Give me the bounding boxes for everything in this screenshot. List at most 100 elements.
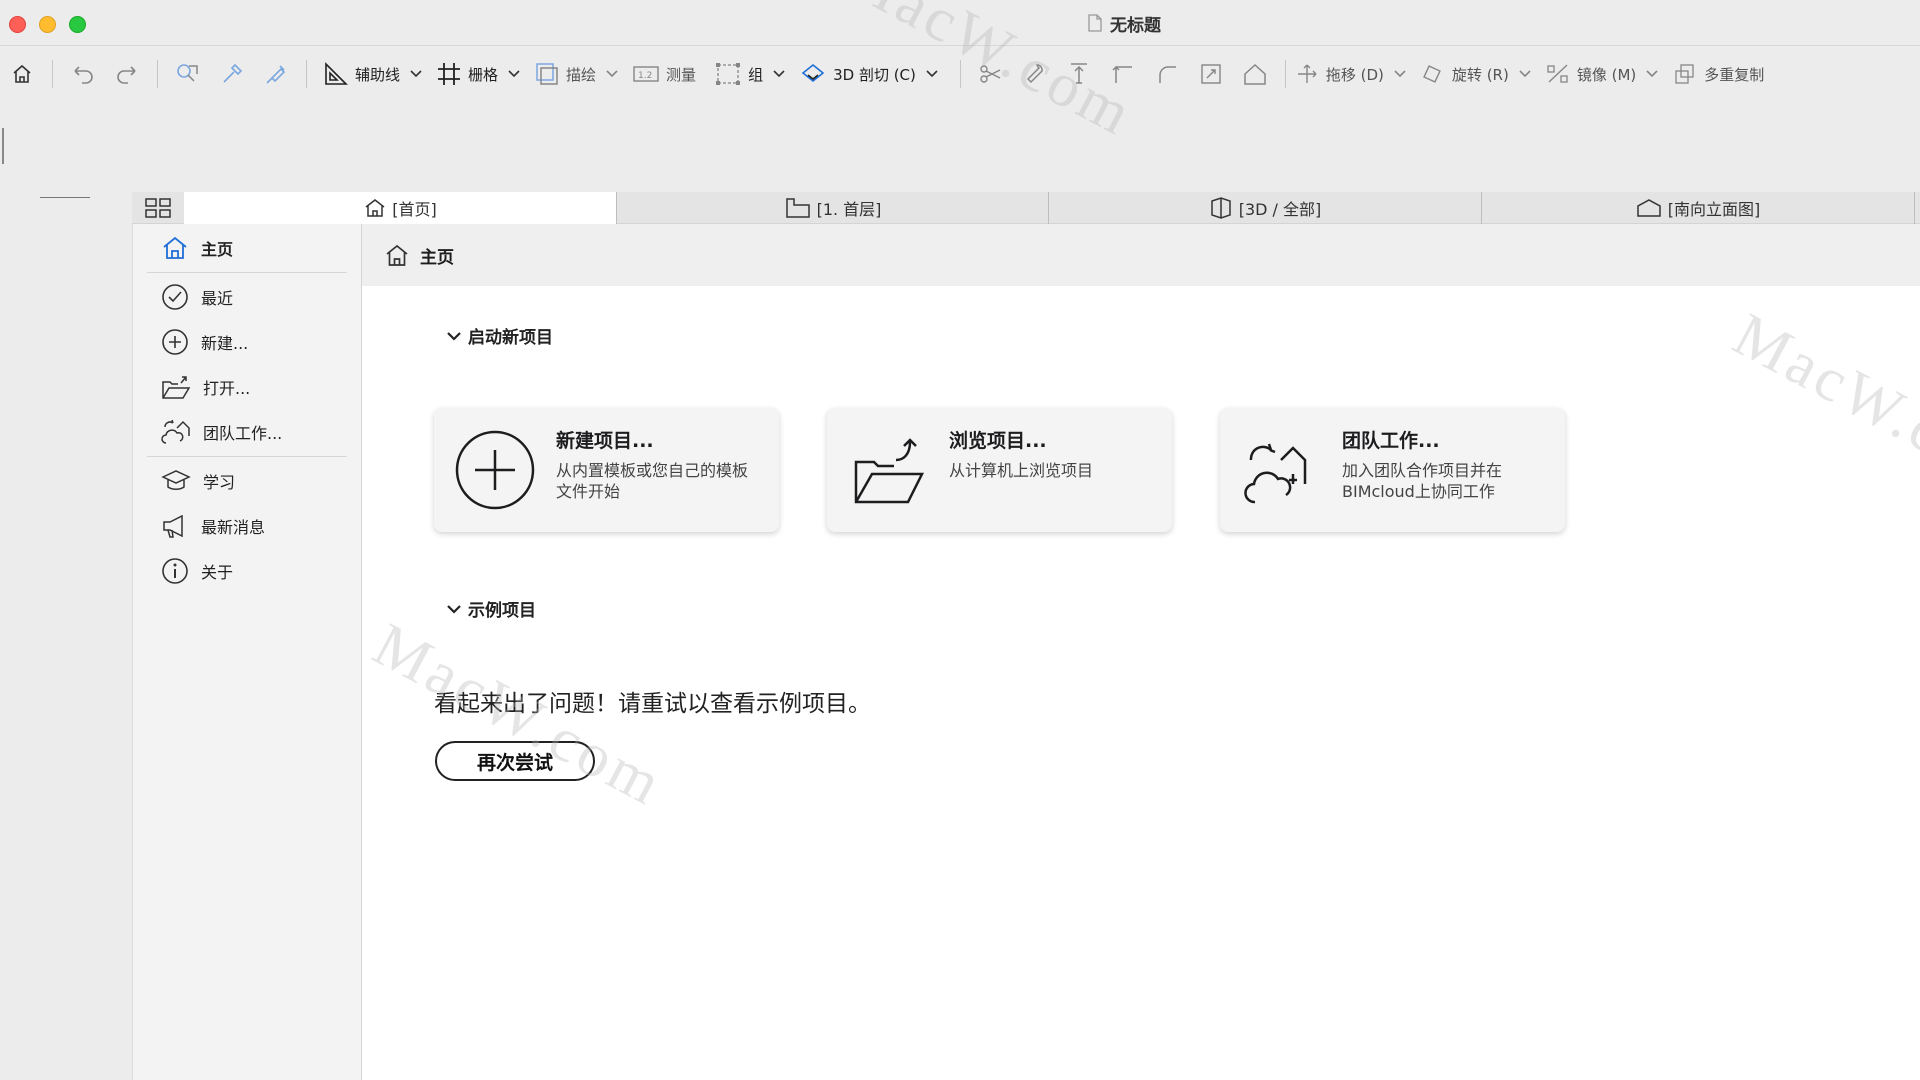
section-title: 示例项目	[468, 601, 536, 621]
examples-section-toggle[interactable]: 示例项目	[446, 596, 536, 621]
sidebar-item-label: 学习	[203, 473, 236, 492]
ruler-icon: 1.2	[632, 63, 660, 85]
guides-label: 辅助线	[355, 65, 401, 84]
drag-dropdown[interactable]: 拖移 (D)	[1294, 54, 1420, 94]
retry-button[interactable]: 再次尝试	[435, 741, 595, 781]
home-toolbar-button[interactable]	[0, 54, 44, 94]
toolbar-divider	[52, 60, 53, 88]
new-project-card[interactable]: 新建项目... 从内置模板或您自己的模板文件开始	[434, 408, 779, 532]
scissors-icon	[978, 62, 1004, 86]
mirror-icon	[1545, 62, 1571, 86]
find-select-button[interactable]	[166, 54, 210, 94]
tab-home[interactable]: [首页]	[184, 192, 617, 224]
sidebar-item-recent[interactable]: 最近	[161, 279, 233, 315]
graduation-cap-icon	[161, 468, 191, 494]
grid-icon	[436, 61, 462, 87]
sidebar-item-home[interactable]: 主页	[161, 230, 233, 266]
set-square-icon	[323, 61, 349, 87]
sidebar-item-label: 新建...	[201, 334, 249, 353]
undo-button[interactable]	[61, 54, 105, 94]
content-header: 主页	[362, 224, 1920, 286]
home-icon	[161, 235, 189, 261]
window-title-group: 无标题	[1088, 12, 1161, 36]
redo-button[interactable]	[105, 54, 149, 94]
minimize-window-button[interactable]	[39, 16, 56, 33]
info-box-handle[interactable]	[2, 128, 4, 164]
sidebar: 主页 最近 新建... 打开... 团队工作... 学习 最新消息 关于	[132, 224, 362, 1080]
sidebar-item-open[interactable]: 打开...	[161, 369, 250, 405]
group-icon	[714, 61, 742, 87]
teamwork-card[interactable]: 团队工作... 加入团队合作项目并在BIMcloud上协同工作	[1220, 408, 1565, 532]
intersect-button[interactable]	[1101, 54, 1145, 94]
section-3d-label: 3D 剖切 (C)	[833, 65, 916, 84]
home-icon	[11, 63, 33, 85]
document-icon	[1088, 14, 1102, 32]
sidebar-item-label: 主页	[201, 240, 234, 259]
sidebar-item-about[interactable]: 关于	[161, 553, 233, 589]
tab-home-label: [首页]	[392, 200, 437, 219]
zoom-window-button[interactable]	[69, 16, 86, 33]
clock-icon	[161, 283, 189, 311]
guides-dropdown[interactable]: 辅助线	[323, 54, 436, 94]
toolbar-divider	[1284, 60, 1286, 88]
tab-floor-plan[interactable]: [1. 首层]	[617, 192, 1049, 224]
tab-3d-label: [3D / 全部]	[1238, 200, 1322, 219]
browse-project-card[interactable]: 浏览项目... 从计算机上浏览项目	[827, 408, 1172, 532]
close-window-button[interactable]	[9, 16, 26, 33]
eyedropper-button[interactable]	[210, 54, 254, 94]
card-icon-wrap	[827, 408, 949, 532]
rotate-dropdown[interactable]: 旋转 (R)	[1420, 54, 1545, 94]
card-description: 加入团队合作项目并在BIMcloud上协同工作	[1342, 461, 1503, 501]
sidebar-item-learn[interactable]: 学习	[161, 463, 235, 499]
roof-button[interactable]	[1233, 54, 1277, 94]
section-3d-dropdown[interactable]: 3D 剖切 (C)	[799, 54, 952, 94]
toolbar: 辅助线 栅格 描绘 1.2 测量 组 3D 剖切 (C) 拖移 (D) 旋转 (…	[0, 46, 1920, 102]
plus-circle-icon	[454, 429, 536, 511]
grid-dropdown[interactable]: 栅格	[436, 54, 534, 94]
tab-3d[interactable]: [3D / 全部]	[1049, 192, 1481, 224]
info-icon	[161, 557, 189, 585]
elevate-button[interactable]	[1057, 54, 1101, 94]
main-content: 主页 启动新项目 新建项目... 从内置模板或您自己的模板文件开始 浏览项目..…	[362, 224, 1920, 1080]
3d-box-icon	[1209, 196, 1233, 220]
navigator-collapse-handle[interactable]	[40, 197, 90, 198]
home-icon	[364, 198, 386, 218]
teamwork-cloud-icon	[1241, 430, 1321, 510]
multiply-icon	[1672, 62, 1698, 86]
sidebar-item-news[interactable]: 最新消息	[161, 508, 265, 544]
fillet-button[interactable]	[1145, 54, 1189, 94]
measure-button[interactable]: 1.2 测量	[632, 54, 696, 94]
tab-elevation[interactable]: [南向立面图]	[1482, 192, 1914, 224]
sidebar-divider	[147, 272, 347, 273]
sidebar-item-new[interactable]: 新建...	[161, 324, 248, 360]
toolbar-divider	[157, 60, 158, 88]
title-bar: 无标题	[0, 0, 1920, 46]
sidebar-item-label: 最近	[201, 289, 234, 308]
mirror-dropdown[interactable]: 镜像 (M)	[1545, 54, 1672, 94]
page-title: 主页	[420, 247, 454, 268]
3d-cutaway-icon	[799, 61, 827, 87]
floor-plan-icon	[785, 197, 811, 219]
start-section-toggle[interactable]: 启动新项目	[446, 323, 553, 348]
chevron-down-icon	[446, 603, 462, 615]
wrench-icon	[1023, 62, 1047, 86]
group-dropdown[interactable]: 组	[714, 54, 799, 94]
tab-overview-button[interactable]	[132, 192, 184, 224]
chevron-down-icon	[1519, 70, 1531, 78]
group-label: 组	[748, 65, 764, 84]
inject-button[interactable]	[254, 54, 298, 94]
grid-label: 栅格	[468, 65, 499, 84]
adjust-button[interactable]	[1013, 54, 1057, 94]
split-button[interactable]	[969, 54, 1013, 94]
measure-label: 测量	[666, 65, 697, 84]
eyedropper-icon	[220, 62, 244, 86]
home-icon	[384, 243, 410, 267]
offset-button[interactable]	[1189, 54, 1233, 94]
redo-icon	[113, 63, 141, 85]
chevron-down-icon	[446, 330, 462, 342]
multiply-button[interactable]: 多重复制	[1672, 54, 1764, 94]
card-description: 从计算机上浏览项目	[949, 461, 1094, 480]
sidebar-item-teamwork[interactable]: 团队工作...	[161, 414, 282, 450]
trace-dropdown[interactable]: 描绘	[534, 54, 632, 94]
sidebar-item-label: 关于	[201, 563, 234, 582]
